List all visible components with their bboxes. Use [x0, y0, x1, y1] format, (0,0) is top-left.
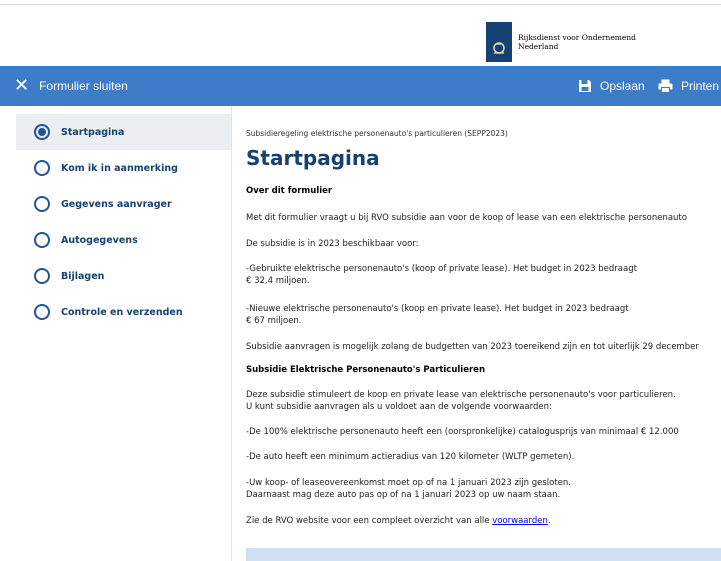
new-cars-line2: € 67 miljoen. [246, 316, 302, 326]
page-title: Startpagina [246, 146, 380, 170]
section-heading-subsidy: Subsidie Elektrische Personenauto's Part… [246, 365, 485, 375]
step-label: Gegevens aanvrager [61, 198, 172, 210]
top-divider [0, 4, 721, 5]
step-radio [34, 268, 50, 284]
step-startpagina[interactable]: Startpagina [16, 114, 231, 150]
step-kom-ik-in-aanmerking[interactable]: Kom ik in aanmerking [16, 150, 231, 186]
org-name-line2: Nederland [518, 42, 559, 51]
overview-suffix: . [547, 516, 551, 526]
step-autogegevens[interactable]: Autogegevens [16, 222, 231, 258]
save-button[interactable]: Opslaan [578, 66, 645, 106]
step-label: Kom ik in aanmerking [61, 162, 178, 174]
availability-text: De subsidie is in 2023 beschikbaar voor: [246, 239, 419, 249]
voorwaarden-link[interactable]: voorwaarden [492, 516, 548, 526]
step-radio [34, 304, 50, 320]
used-cars-line1: -Gebruikte elektrische personenauto's (k… [246, 264, 637, 274]
step-bijlagen[interactable]: Bijlagen [16, 258, 231, 294]
close-form-button[interactable]: ✕ Formulier sluiten [14, 66, 128, 106]
step-gegevens-aanvrager[interactable]: Gegevens aanvrager [16, 186, 231, 222]
overview-prefix: Zie de RVO website voor een compleet ove… [246, 516, 493, 526]
condition-date-line1: -Uw koop- of leaseovereenkomst moet op o… [246, 478, 571, 488]
save-label: Opslaan [600, 79, 645, 93]
step-label: Bijlagen [61, 270, 105, 282]
step-navigation: Startpagina Kom ik in aanmerking Gegeven… [16, 114, 231, 330]
new-cars-line1: -Nieuwe elektrische personenauto's (koop… [246, 304, 629, 314]
section-heading-about: Over dit formulier [246, 186, 333, 196]
step-label: Autogegevens [61, 234, 138, 246]
overview-text: Zie de RVO website voor een compleet ove… [246, 516, 551, 527]
form-toolbar: ✕ Formulier sluiten Opslaan Printen [0, 66, 721, 106]
print-label: Printen [681, 79, 720, 93]
org-name-line1: Rijksdienst voor Ondernemend [518, 33, 636, 42]
condition-range: -De auto heeft een minimum actieradius v… [246, 452, 575, 462]
step-label: Controle en verzenden [61, 306, 183, 318]
save-icon [579, 80, 591, 92]
stimulates-line1: Deze subsidie stimuleert de koop en priv… [246, 390, 676, 400]
step-label: Startpagina [61, 126, 125, 138]
intro-text: Met dit formulier vraagt u bij RVO subsi… [246, 213, 687, 223]
step-radio [34, 196, 50, 212]
close-icon: ✕ [14, 75, 30, 96]
sidebar-divider [231, 106, 232, 561]
rijksoverheid-logo [486, 22, 512, 62]
print-button[interactable]: Printen [658, 66, 719, 106]
step-controle-en-verzenden[interactable]: Controle en verzenden [16, 294, 231, 330]
condition-price: -De 100% elektrische personenauto heeft … [246, 427, 679, 437]
step-radio [34, 232, 50, 248]
main-content: Subsidieregeling elektrische personenaut… [246, 106, 721, 561]
print-icon [658, 79, 673, 93]
step-radio [34, 124, 50, 140]
condition-date-line2: Daarnaast mag deze auto pas op of na 1 j… [246, 490, 561, 500]
rvo-logo: Rijksdienst voor Ondernemend Nederland [486, 22, 636, 62]
info-box [246, 548, 721, 561]
breadcrumb: Subsidieregeling elektrische personenaut… [246, 129, 508, 138]
used-cars-line2: € 32,4 miljoen. [246, 276, 310, 286]
close-form-label: Formulier sluiten [39, 79, 128, 93]
step-radio [34, 160, 50, 176]
deadline-text: Subsidie aanvragen is mogelijk zolang de… [246, 342, 699, 352]
stimulates-line2: U kunt subsidie aanvragen als u voldoet … [246, 402, 552, 412]
